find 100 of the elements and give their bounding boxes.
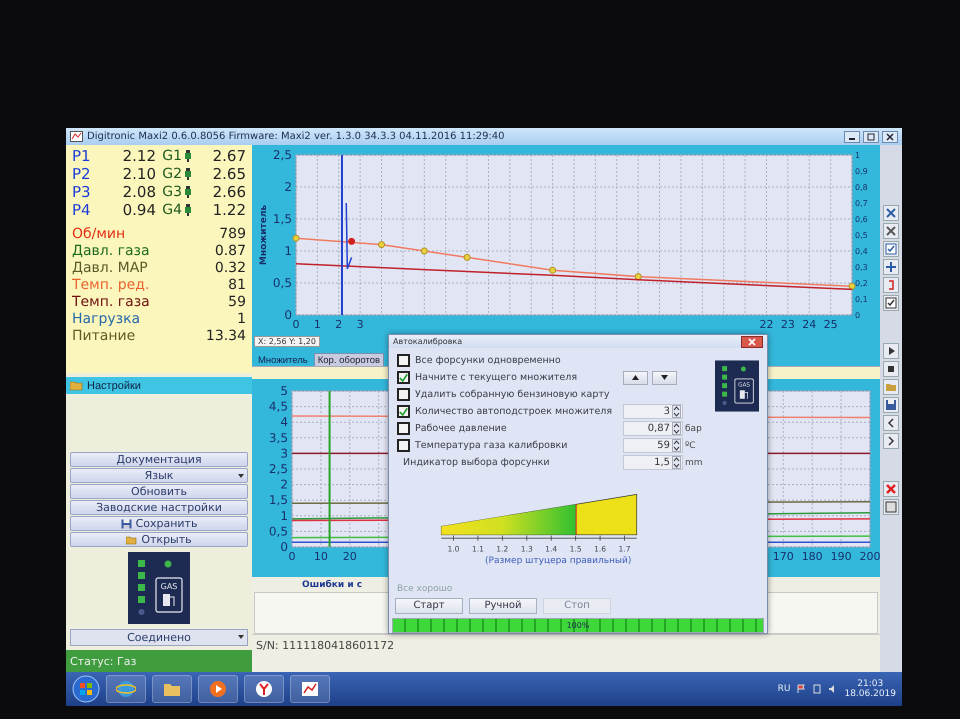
toolbar-button[interactable] <box>883 433 899 449</box>
globe-icon <box>116 679 136 699</box>
close-icon <box>748 338 756 346</box>
tick-label: 1.4 <box>545 545 558 554</box>
chart-tab[interactable]: Кор. оборотов <box>314 353 384 366</box>
tick-label: 0,9 <box>855 167 868 176</box>
maximize-button[interactable] <box>863 130 879 142</box>
move-icon <box>885 261 897 273</box>
checkbox[interactable] <box>397 439 410 452</box>
option-label: Удалить собранную бензиновую карту <box>415 389 610 400</box>
gauge-caption: (Размер штуцера правильный) <box>485 556 632 566</box>
checkbox[interactable] <box>397 422 410 436</box>
toolbar-button[interactable] <box>883 397 899 413</box>
injector-value: 1.22 <box>212 201 246 219</box>
number-field[interactable]: 3 <box>623 404 683 420</box>
taskbar-button[interactable] <box>244 675 284 703</box>
chart-app-icon <box>300 679 320 699</box>
unit-label: ºC <box>684 440 697 453</box>
taskbar-button[interactable] <box>152 675 192 703</box>
flag-icon <box>796 684 806 694</box>
sensor-label: P2 <box>72 165 92 183</box>
folder-icon <box>70 380 83 390</box>
number-field[interactable]: 1,5 <box>623 455 683 470</box>
browser-icon <box>254 679 274 699</box>
tick-label: 180 <box>802 550 823 563</box>
tick-label: 0,5 <box>272 276 292 290</box>
close-button[interactable] <box>882 130 898 142</box>
spin-icon <box>672 405 681 418</box>
number-field[interactable]: 0,87 <box>623 421 683 436</box>
toolbar-button[interactable] <box>883 499 899 515</box>
checkbox[interactable] <box>397 405 410 418</box>
sensor-label: P4 <box>72 201 92 219</box>
checkbox[interactable] <box>397 371 410 384</box>
option-label: Температура газа калибровки <box>415 440 568 452</box>
menu-button[interactable]: Обновить <box>70 484 248 499</box>
spin-icon <box>672 439 681 452</box>
language-indicator[interactable]: RU <box>778 684 790 694</box>
tick-label: 23 <box>780 318 795 331</box>
parameter-value: 0.32 <box>214 260 246 276</box>
toolbar-button[interactable] <box>883 259 899 275</box>
unit-label: бар <box>684 422 703 436</box>
battery-icon <box>812 684 822 694</box>
checkbox[interactable] <box>397 354 410 368</box>
injector-label: G3 <box>161 184 182 200</box>
tick-label: 2,5 <box>272 148 292 162</box>
close-icon <box>885 225 897 237</box>
close-button[interactable] <box>741 336 763 348</box>
menu-button[interactable]: Заводские настройки <box>70 500 248 515</box>
settings-header[interactable]: Настройки <box>66 377 252 394</box>
tick-label: 1.1 <box>472 545 484 554</box>
taskbar-button[interactable] <box>106 675 146 703</box>
spin-icon <box>672 456 681 470</box>
menu-button[interactable]: Открыть <box>70 532 248 547</box>
option-label: Рабочее давление <box>415 423 507 434</box>
minimize-button[interactable] <box>844 130 860 142</box>
toolbar-button[interactable] <box>883 241 899 257</box>
dialog-button[interactable]: Старт <box>395 598 463 614</box>
toolbar-button[interactable] <box>883 223 899 239</box>
parameter-label: Давл. газа <box>72 242 150 258</box>
up-button[interactable] <box>623 370 648 385</box>
injector-value: 2.65 <box>212 165 246 183</box>
toolbar-button[interactable] <box>883 361 899 377</box>
folder-icon <box>126 534 138 544</box>
checkbox[interactable] <box>397 388 410 402</box>
checkbox-icon <box>885 297 897 309</box>
up-arrow-icon <box>632 375 639 380</box>
field-label: Индикатор выбора форсунки <box>402 457 550 468</box>
tick-label: 1.3 <box>520 545 533 554</box>
toolbar-button[interactable] <box>883 205 899 221</box>
toolbar-button[interactable] <box>883 295 899 311</box>
option-label: Начните с текущего множителя <box>415 372 578 384</box>
number-field[interactable]: 59 <box>623 438 683 454</box>
app-icon <box>70 131 83 142</box>
menu-button[interactable]: Документация <box>70 452 248 467</box>
toolbar-button[interactable] <box>883 415 899 431</box>
log-tab[interactable]: Ошибки и с <box>302 580 362 590</box>
injector-value: 2.67 <box>212 147 246 165</box>
dialog-button[interactable]: Ручной <box>469 598 537 614</box>
option-label: Количество автоподстроек множителя <box>415 406 612 418</box>
menu-button[interactable]: Сохранить <box>70 516 248 531</box>
data-point[interactable] <box>848 282 856 290</box>
spin-icon <box>672 422 681 436</box>
close-icon <box>885 207 897 219</box>
dropdown[interactable]: Язык <box>70 468 248 483</box>
taskbar-button[interactable] <box>198 675 238 703</box>
tick-label: 5 <box>280 384 288 398</box>
taskbar-button[interactable] <box>290 675 330 703</box>
toolbar-button[interactable] <box>883 343 899 359</box>
down-button[interactable] <box>652 370 677 385</box>
tick-label: 1.5 <box>570 545 582 554</box>
parameter-value: 1 <box>237 310 246 326</box>
injector-label: G2 <box>161 166 182 182</box>
connection-dropdown[interactable]: Соединено <box>70 629 248 646</box>
parameter-label: Нагрузка <box>72 310 140 326</box>
tick-label: 2,5 <box>268 462 288 476</box>
tick-label: 0,5 <box>268 524 288 538</box>
sensor-label: P1 <box>72 147 92 165</box>
tick-label: 25 <box>824 318 838 331</box>
tick-label: 0,3 <box>855 263 868 272</box>
tick-label: 0,5 <box>855 231 868 240</box>
